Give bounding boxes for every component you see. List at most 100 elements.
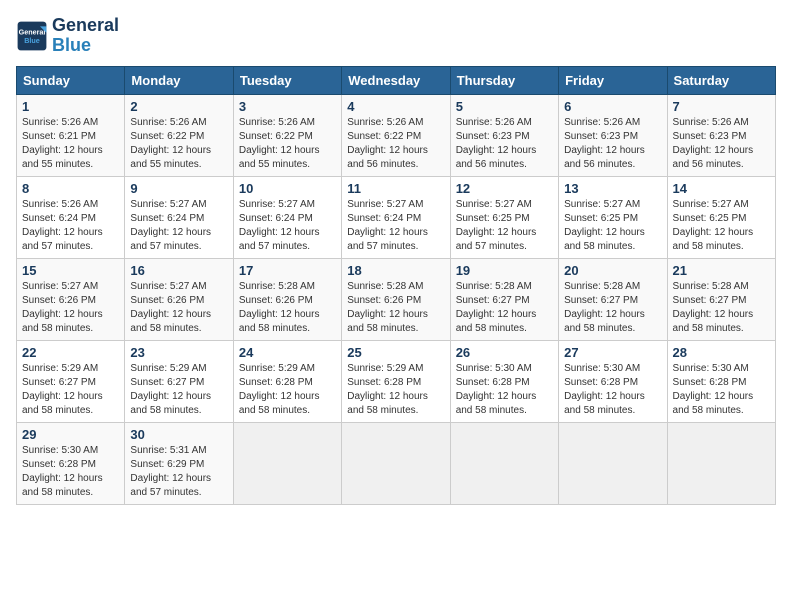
day-number: 21	[673, 263, 770, 278]
day-number: 13	[564, 181, 661, 196]
day-info: Sunrise: 5:27 AM Sunset: 6:25 PM Dayligh…	[564, 198, 661, 254]
calendar-cell: 17 Sunrise: 5:28 AM Sunset: 6:26 PM Dayli…	[233, 258, 341, 340]
day-info: Sunrise: 5:30 AM Sunset: 6:28 PM Dayligh…	[564, 362, 661, 418]
day-info: Sunrise: 5:27 AM Sunset: 6:24 PM Dayligh…	[130, 198, 227, 254]
day-info: Sunrise: 5:30 AM Sunset: 6:28 PM Dayligh…	[22, 444, 119, 500]
day-info: Sunrise: 5:26 AM Sunset: 6:23 PM Dayligh…	[456, 116, 553, 172]
calendar-cell: 15 Sunrise: 5:27 AM Sunset: 6:26 PM Dayli…	[17, 258, 125, 340]
day-info: Sunrise: 5:26 AM Sunset: 6:21 PM Dayligh…	[22, 116, 119, 172]
day-number: 15	[22, 263, 119, 278]
calendar-cell: 18 Sunrise: 5:28 AM Sunset: 6:26 PM Dayli…	[342, 258, 450, 340]
day-number: 27	[564, 345, 661, 360]
calendar-cell	[667, 422, 775, 504]
calendar-cell: 30Sunrise: 5:31 AM Sunset: 6:29 PM Dayli…	[125, 422, 233, 504]
day-info: Sunrise: 5:26 AM Sunset: 6:22 PM Dayligh…	[347, 116, 444, 172]
day-number: 28	[673, 345, 770, 360]
day-number: 10	[239, 181, 336, 196]
calendar-cell: 4 Sunrise: 5:26 AM Sunset: 6:22 PM Daylig…	[342, 94, 450, 176]
weekday-header-cell: Wednesday	[342, 66, 450, 94]
weekday-header-row: SundayMondayTuesdayWednesdayThursdayFrid…	[17, 66, 776, 94]
day-number: 6	[564, 99, 661, 114]
calendar-cell: 13 Sunrise: 5:27 AM Sunset: 6:25 PM Dayli…	[559, 176, 667, 258]
calendar-cell: 10 Sunrise: 5:27 AM Sunset: 6:24 PM Dayli…	[233, 176, 341, 258]
day-info: Sunrise: 5:27 AM Sunset: 6:26 PM Dayligh…	[130, 280, 227, 336]
calendar-week-row: 15 Sunrise: 5:27 AM Sunset: 6:26 PM Dayli…	[17, 258, 776, 340]
calendar-week-row: 22 Sunrise: 5:29 AM Sunset: 6:27 PM Dayli…	[17, 340, 776, 422]
day-number: 5	[456, 99, 553, 114]
calendar-cell: 3 Sunrise: 5:26 AM Sunset: 6:22 PM Daylig…	[233, 94, 341, 176]
logo-text: GeneralBlue	[52, 16, 119, 56]
calendar-cell: 20Sunrise: 5:28 AM Sunset: 6:27 PM Dayli…	[559, 258, 667, 340]
day-number: 18	[347, 263, 444, 278]
day-number: 30	[130, 427, 227, 442]
calendar-cell: 28Sunrise: 5:30 AM Sunset: 6:28 PM Dayli…	[667, 340, 775, 422]
calendar-cell: 23Sunrise: 5:29 AM Sunset: 6:27 PM Dayli…	[125, 340, 233, 422]
calendar-cell: 25Sunrise: 5:29 AM Sunset: 6:28 PM Dayli…	[342, 340, 450, 422]
day-number: 8	[22, 181, 119, 196]
day-info: Sunrise: 5:28 AM Sunset: 6:26 PM Dayligh…	[239, 280, 336, 336]
day-info: Sunrise: 5:28 AM Sunset: 6:27 PM Dayligh…	[673, 280, 770, 336]
calendar-cell: 5 Sunrise: 5:26 AM Sunset: 6:23 PM Daylig…	[450, 94, 558, 176]
day-info: Sunrise: 5:27 AM Sunset: 6:25 PM Dayligh…	[673, 198, 770, 254]
day-number: 9	[130, 181, 227, 196]
day-number: 4	[347, 99, 444, 114]
calendar-cell: 21 Sunrise: 5:28 AM Sunset: 6:27 PM Dayli…	[667, 258, 775, 340]
weekday-header-cell: Tuesday	[233, 66, 341, 94]
day-number: 16	[130, 263, 227, 278]
weekday-header-cell: Saturday	[667, 66, 775, 94]
calendar-cell: 24 Sunrise: 5:29 AM Sunset: 6:28 PM Dayli…	[233, 340, 341, 422]
day-number: 11	[347, 181, 444, 196]
day-info: Sunrise: 5:26 AM Sunset: 6:22 PM Dayligh…	[130, 116, 227, 172]
weekday-header-cell: Thursday	[450, 66, 558, 94]
day-info: Sunrise: 5:27 AM Sunset: 6:24 PM Dayligh…	[347, 198, 444, 254]
day-number: 26	[456, 345, 553, 360]
calendar-cell: 16 Sunrise: 5:27 AM Sunset: 6:26 PM Dayli…	[125, 258, 233, 340]
day-info: Sunrise: 5:26 AM Sunset: 6:22 PM Dayligh…	[239, 116, 336, 172]
day-number: 14	[673, 181, 770, 196]
calendar-cell: 9 Sunrise: 5:27 AM Sunset: 6:24 PM Daylig…	[125, 176, 233, 258]
calendar-cell	[233, 422, 341, 504]
calendar-week-row: 8 Sunrise: 5:26 AM Sunset: 6:24 PM Daylig…	[17, 176, 776, 258]
day-info: Sunrise: 5:28 AM Sunset: 6:26 PM Dayligh…	[347, 280, 444, 336]
weekday-header-cell: Monday	[125, 66, 233, 94]
day-info: Sunrise: 5:29 AM Sunset: 6:27 PM Dayligh…	[22, 362, 119, 418]
calendar-week-row: 1 Sunrise: 5:26 AM Sunset: 6:21 PM Daylig…	[17, 94, 776, 176]
calendar-cell: 8 Sunrise: 5:26 AM Sunset: 6:24 PM Daylig…	[17, 176, 125, 258]
day-info: Sunrise: 5:26 AM Sunset: 6:24 PM Dayligh…	[22, 198, 119, 254]
day-info: Sunrise: 5:27 AM Sunset: 6:24 PM Dayligh…	[239, 198, 336, 254]
calendar-cell	[342, 422, 450, 504]
day-info: Sunrise: 5:27 AM Sunset: 6:26 PM Dayligh…	[22, 280, 119, 336]
svg-text:Blue: Blue	[24, 36, 40, 45]
calendar-week-row: 29 Sunrise: 5:30 AM Sunset: 6:28 PM Dayli…	[17, 422, 776, 504]
calendar-cell	[450, 422, 558, 504]
calendar-cell: 19 Sunrise: 5:28 AM Sunset: 6:27 PM Dayli…	[450, 258, 558, 340]
calendar-cell: 2 Sunrise: 5:26 AM Sunset: 6:22 PM Daylig…	[125, 94, 233, 176]
svg-text:General: General	[19, 27, 46, 36]
weekday-header-cell: Friday	[559, 66, 667, 94]
calendar-cell: 1 Sunrise: 5:26 AM Sunset: 6:21 PM Daylig…	[17, 94, 125, 176]
day-number: 23	[130, 345, 227, 360]
calendar-cell: 12Sunrise: 5:27 AM Sunset: 6:25 PM Dayli…	[450, 176, 558, 258]
calendar-cell	[559, 422, 667, 504]
calendar-cell: 14 Sunrise: 5:27 AM Sunset: 6:25 PM Dayli…	[667, 176, 775, 258]
day-info: Sunrise: 5:28 AM Sunset: 6:27 PM Dayligh…	[456, 280, 553, 336]
calendar-cell: 26 Sunrise: 5:30 AM Sunset: 6:28 PM Dayli…	[450, 340, 558, 422]
logo: General Blue GeneralBlue	[16, 16, 119, 56]
day-number: 7	[673, 99, 770, 114]
day-info: Sunrise: 5:29 AM Sunset: 6:28 PM Dayligh…	[347, 362, 444, 418]
day-info: Sunrise: 5:26 AM Sunset: 6:23 PM Dayligh…	[673, 116, 770, 172]
day-number: 3	[239, 99, 336, 114]
day-info: Sunrise: 5:29 AM Sunset: 6:28 PM Dayligh…	[239, 362, 336, 418]
day-number: 2	[130, 99, 227, 114]
day-info: Sunrise: 5:27 AM Sunset: 6:25 PM Dayligh…	[456, 198, 553, 254]
logo-icon: General Blue	[16, 20, 48, 52]
day-number: 1	[22, 99, 119, 114]
day-number: 29	[22, 427, 119, 442]
day-number: 24	[239, 345, 336, 360]
day-number: 17	[239, 263, 336, 278]
weekday-header-cell: Sunday	[17, 66, 125, 94]
day-info: Sunrise: 5:30 AM Sunset: 6:28 PM Dayligh…	[456, 362, 553, 418]
day-number: 22	[22, 345, 119, 360]
calendar-cell: 22 Sunrise: 5:29 AM Sunset: 6:27 PM Dayli…	[17, 340, 125, 422]
day-number: 19	[456, 263, 553, 278]
